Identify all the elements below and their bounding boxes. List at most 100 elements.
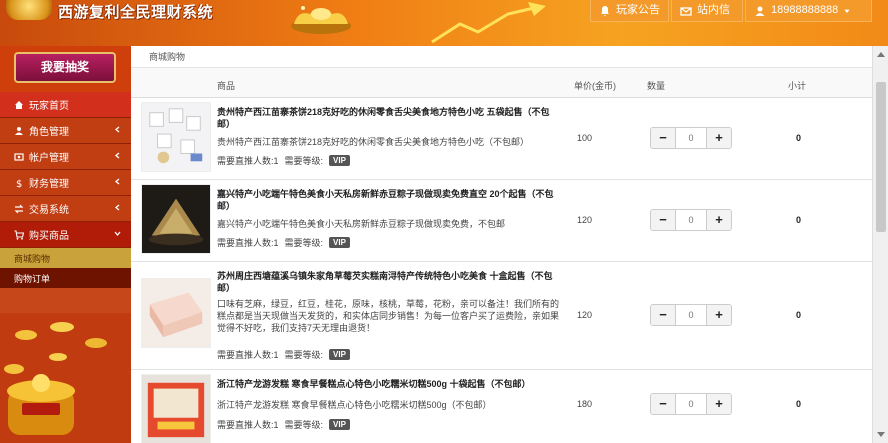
- sidebar-top: 我要抽奖: [0, 46, 131, 92]
- unit-price: 120: [577, 215, 593, 225]
- quantity-input[interactable]: [675, 128, 707, 148]
- user-phone: 18988888888: [771, 4, 839, 16]
- increase-quantity-button[interactable]: +: [707, 128, 731, 148]
- row-subtotal: 0: [796, 399, 802, 409]
- increase-quantity-button[interactable]: +: [707, 394, 731, 414]
- table-row: 浙江特产龙游发糕 寒食早餐糕点心特色小吃糯米切糕500g 十袋起售（不包邮） 浙…: [131, 370, 872, 443]
- quantity-input[interactable]: [675, 305, 707, 325]
- sidebar-item-label: 交易系统: [29, 205, 69, 216]
- chevron-left-icon: [114, 178, 120, 185]
- treasure-decoration: [0, 313, 131, 443]
- sidebar-item-finance[interactable]: $ 财务管理: [0, 170, 131, 196]
- level-requirement-label: 需要等级:: [284, 156, 324, 166]
- notice-button[interactable]: 玩家公告: [590, 0, 669, 22]
- main-content: 商城购物 商品 单价(金币) 数量 小计 贵州特产西江苗寨茶饼218克好吃的休闲…: [131, 46, 872, 443]
- product-image: [141, 374, 211, 443]
- product-requirements: 需要直推人数:1 需要等级: VIP: [217, 348, 350, 361]
- quantity-input[interactable]: [675, 210, 707, 230]
- level-requirement-label: 需要等级:: [284, 420, 324, 430]
- table-row: 苏州周庄西塘蕴溪乌镇朱家角草莓芡实糕南浔特产传统特色小吃美食 十盒起售（不包邮）…: [131, 262, 872, 370]
- unit-price: 100: [577, 133, 593, 143]
- breadcrumb: 商城购物: [131, 46, 872, 68]
- mail-button[interactable]: 站内信: [671, 0, 743, 22]
- sidebar-item-buy[interactable]: 购买商品: [0, 222, 131, 248]
- product-description: 口味有芝麻，绿豆，红豆，桂花，原味，核桃，草莓，花粉，亲可以备注！我们所有的糕点…: [217, 299, 560, 333]
- row-subtotal: 0: [796, 310, 802, 320]
- vertical-scrollbar[interactable]: [872, 46, 888, 443]
- gold-ingot-decoration: [291, 6, 351, 34]
- quantity-stepper: − +: [650, 393, 732, 415]
- product-title[interactable]: 贵州特产西江苗寨茶饼218克好吃的休闲零食舌尖美食地方特色小吃 五袋起售（不包邮…: [217, 106, 562, 130]
- referral-requirement: 需要直推人数:1: [217, 420, 279, 430]
- column-header-quantity: 数量: [647, 81, 666, 91]
- svg-text:$: $: [16, 179, 22, 188]
- chevron-left-icon: [114, 152, 120, 159]
- row-subtotal: 0: [796, 215, 802, 225]
- level-requirement-label: 需要等级:: [284, 238, 324, 248]
- sidebar-item-roles[interactable]: 角色管理: [0, 118, 131, 144]
- quantity-stepper: − +: [650, 209, 732, 231]
- column-header-subtotal: 小计: [788, 81, 807, 91]
- user-menu-button[interactable]: 18988888888: [745, 0, 872, 22]
- sidebar-menu: 玩家首页 角色管理 帐户管理 $ 财务管理 交易系统 购买商品: [0, 92, 131, 248]
- product-description: 嘉兴特产小吃端午特色美食小天私房新鲜赤豆粽子现做现卖免费，不包邮: [217, 219, 506, 229]
- table-row: 嘉兴特产小吃端午特色美食小天私房新鲜赤豆粽子现做现卖免费直空 20个起售（不包邮…: [131, 180, 872, 262]
- product-requirements: 需要直推人数:1 需要等级: VIP: [217, 418, 350, 431]
- scroll-up-arrow-icon[interactable]: [877, 52, 885, 57]
- sidebar-subitem-orders[interactable]: 购物订单: [0, 268, 131, 288]
- quantity-input[interactable]: [675, 394, 707, 414]
- column-header-product: 商品: [217, 81, 236, 91]
- sidebar-item-label: 帐户管理: [29, 153, 69, 164]
- vip-badge: VIP: [329, 155, 350, 166]
- decrease-quantity-button[interactable]: −: [651, 394, 675, 414]
- mail-label: 站内信: [697, 4, 730, 16]
- product-title[interactable]: 浙江特产龙游发糕 寒食早餐糕点心特色小吃糯米切糕500g 十袋起售（不包邮）: [217, 378, 562, 390]
- sidebar: 我要抽奖 玩家首页 角色管理 帐户管理 $ 财务管理 交易系统 购买商品 商城购…: [0, 46, 131, 443]
- column-header-price: 单价(金币): [574, 81, 616, 91]
- bell-icon: [601, 5, 609, 16]
- sidebar-item-account[interactable]: 帐户管理: [0, 144, 131, 170]
- product-requirements: 需要直推人数:1 需要等级: VIP: [217, 154, 350, 167]
- unit-price: 180: [577, 399, 593, 409]
- exchange-icon: [14, 204, 24, 213]
- cart-icon: [14, 229, 24, 240]
- user-icon: [755, 6, 765, 16]
- sidebar-item-label: 玩家首页: [29, 101, 69, 112]
- increase-quantity-button[interactable]: +: [707, 305, 731, 325]
- quantity-stepper: − +: [650, 127, 732, 149]
- product-image: [141, 278, 211, 348]
- decrease-quantity-button[interactable]: −: [651, 128, 675, 148]
- user-icon: [15, 126, 23, 135]
- product-requirements: 需要直推人数:1 需要等级: VIP: [217, 236, 350, 249]
- lottery-button[interactable]: 我要抽奖: [14, 52, 116, 83]
- sidebar-item-home[interactable]: 玩家首页: [0, 92, 131, 118]
- table-header: 商品 单价(金币) 数量 小计: [131, 68, 872, 98]
- sidebar-item-trade[interactable]: 交易系统: [0, 196, 131, 222]
- rising-arrow-decoration: [431, 2, 546, 44]
- product-description: 贵州特产西江苗寨茶饼218克好吃的休闲零食舌尖美食地方特色小吃（不包邮）: [217, 137, 530, 147]
- table-row: 贵州特产西江苗寨茶饼218克好吃的休闲零食舌尖美食地方特色小吃 五袋起售（不包邮…: [131, 98, 872, 180]
- chevron-left-icon: [114, 126, 120, 133]
- increase-quantity-button[interactable]: +: [707, 210, 731, 230]
- product-image: [141, 102, 211, 172]
- dollar-icon: $: [16, 179, 22, 188]
- logo-emblem: [6, 0, 52, 20]
- product-title[interactable]: 嘉兴特产小吃端午特色美食小天私房新鲜赤豆粽子现做现卖免费直空 20个起售（不包邮…: [217, 188, 562, 212]
- chevron-down-icon: [114, 231, 121, 237]
- product-title[interactable]: 苏州周庄西塘蕴溪乌镇朱家角草莓芡实糕南浔特产传统特色小吃美食 十盒起售（不包邮）: [217, 270, 562, 294]
- vip-badge: VIP: [329, 419, 350, 430]
- sidebar-item-label: 购买商品: [29, 231, 69, 242]
- referral-requirement: 需要直推人数:1: [217, 350, 279, 360]
- sidebar-subitem-shop[interactable]: 商城购物: [0, 248, 131, 268]
- chevron-left-icon: [114, 204, 120, 211]
- vip-badge: VIP: [329, 349, 350, 360]
- notice-label: 玩家公告: [616, 4, 660, 16]
- scrollbar-thumb[interactable]: [876, 82, 886, 232]
- envelope-icon: [680, 6, 692, 16]
- decrease-quantity-button[interactable]: −: [651, 305, 675, 325]
- account-icon: [14, 152, 24, 161]
- decrease-quantity-button[interactable]: −: [651, 210, 675, 230]
- product-description: 浙江特产龙游发糕 寒食早餐糕点心特色小吃糯米切糕500g（不包邮）: [217, 400, 492, 410]
- scroll-down-arrow-icon[interactable]: [877, 432, 885, 437]
- quantity-stepper: − +: [650, 304, 732, 326]
